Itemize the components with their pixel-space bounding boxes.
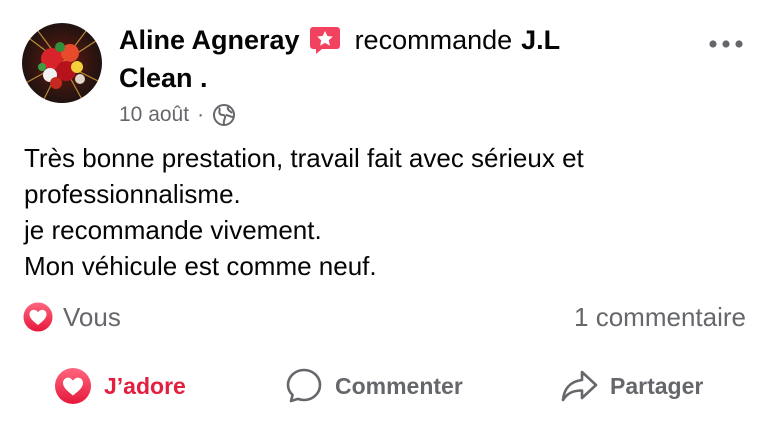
post-date[interactable]: 10 août	[119, 103, 189, 127]
page-name[interactable]: J.L	[521, 25, 560, 56]
post-text-line: professionnalisme.	[24, 179, 241, 209]
comment-button[interactable]: Commenter	[285, 362, 463, 410]
heart-icon	[54, 367, 92, 405]
comment-bubble-icon	[285, 367, 323, 405]
reaction-summary[interactable]: Vous	[22, 301, 121, 333]
more-options-icon	[709, 40, 743, 48]
post-meta: 10 août ·	[119, 100, 236, 130]
page-name-continued[interactable]: Clean .	[119, 59, 208, 97]
post-text: Très bonne prestation, travail fait avec…	[24, 140, 744, 284]
globe-icon	[212, 103, 236, 127]
share-button[interactable]: Partager	[560, 362, 703, 410]
meta-separator: ·	[197, 103, 205, 126]
comments-count[interactable]: 1 commentaire	[574, 302, 746, 333]
more-options-button[interactable]	[706, 30, 746, 58]
love-button[interactable]: J’adore	[54, 362, 186, 410]
avatar[interactable]	[22, 23, 102, 103]
love-label: J’adore	[104, 372, 186, 399]
post-text-line: je recommande vivement.	[24, 215, 322, 245]
author-name[interactable]: Aline Agneray	[119, 25, 300, 56]
post-text-line: Très bonne prestation, travail fait avec…	[24, 143, 584, 173]
recommendation-post: Aline Agneray recommande J.L Clean . 10 …	[0, 0, 768, 424]
share-arrow-icon	[560, 367, 598, 405]
post-header: Aline Agneray recommande J.L	[119, 22, 560, 58]
recommend-verb: recommande	[354, 24, 513, 55]
post-text-line: Mon véhicule est comme neuf.	[24, 251, 377, 281]
star-badge-icon	[309, 24, 341, 56]
action-bar: J’adore Commenter Partager	[0, 362, 768, 410]
heart-reaction-icon	[22, 301, 54, 333]
share-label: Partager	[610, 372, 704, 399]
reaction-who: Vous	[63, 301, 121, 332]
reactions-row: Vous 1 commentaire	[22, 300, 746, 334]
comment-label: Commenter	[335, 372, 463, 399]
